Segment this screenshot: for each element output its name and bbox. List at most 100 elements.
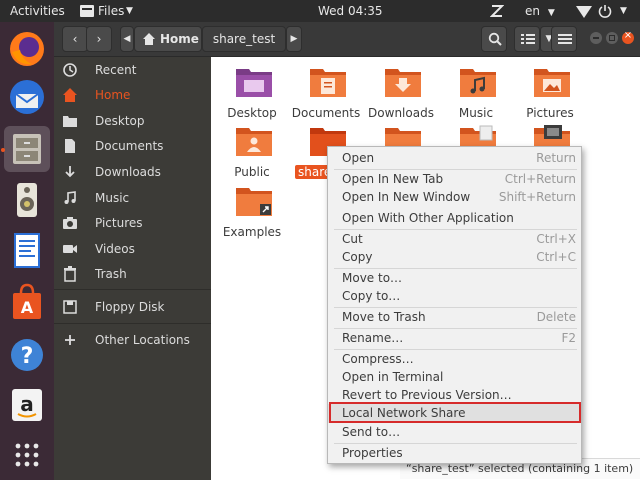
path-scroll-right-button[interactable]: ▶ <box>286 26 302 52</box>
menu-item-open-in-terminal[interactable]: Open in Terminal <box>328 368 581 387</box>
sidebar-item-label: Floppy Disk <box>95 300 165 314</box>
thunderbird-launcher[interactable] <box>4 74 50 120</box>
amazon-icon: a <box>12 389 42 421</box>
menu-item-label: Move to Trash <box>342 310 426 324</box>
chevron-down-icon: ▼ <box>547 8 555 18</box>
dock: A ? a <box>0 22 54 480</box>
clock[interactable]: Wed 04:35 <box>318 0 383 22</box>
trash-icon <box>64 266 76 282</box>
menu-item-label: Open With Other Application <box>342 211 514 225</box>
menu-item-open-in-new-window[interactable]: Open In New Window Shift+Return <box>328 188 581 207</box>
sidebar-item-documents[interactable]: Documents <box>54 134 211 158</box>
menu-item-move-to-trash[interactable]: Move to Trash Delete <box>328 308 581 327</box>
sidebar-item-downloads[interactable]: Downloads <box>54 160 211 184</box>
sidebar-item-music[interactable]: Music <box>54 186 211 210</box>
back-button[interactable]: ‹ <box>62 26 88 52</box>
close-button[interactable]: × <box>622 30 634 44</box>
music-icon <box>64 191 76 204</box>
menu-item-send-to[interactable]: Send to… <box>328 423 581 442</box>
sidebar-item-pictures[interactable]: Pictures <box>54 211 211 235</box>
file-item-public[interactable]: Public <box>214 124 290 182</box>
search-button[interactable] <box>481 26 507 52</box>
help-launcher[interactable]: ? <box>4 332 50 378</box>
file-item-documents[interactable]: Documents <box>288 65 364 123</box>
menu-item-copy-to[interactable]: Copy to… <box>328 287 581 306</box>
libreoffice-writer-launcher[interactable] <box>4 228 50 274</box>
file-item-examples[interactable]: Examples <box>214 184 290 242</box>
public-folder-icon <box>236 128 272 156</box>
sidebar-item-home[interactable]: Home <box>54 83 211 107</box>
view-list-button[interactable] <box>514 26 540 52</box>
path-current-label: share_test <box>212 32 276 46</box>
top-panel: Activities Files ▼ Wed 04:35 en ▼ ▼ <box>0 0 640 22</box>
menu-item-open[interactable]: Open Return <box>328 149 581 168</box>
menu-item-cut[interactable]: Cut Ctrl+X <box>328 230 581 249</box>
firefox-launcher[interactable] <box>4 26 50 72</box>
language-label: en <box>525 4 540 18</box>
sidebar-item-label: Trash <box>95 267 127 281</box>
sidebar-divider <box>54 323 211 324</box>
path-current-button[interactable]: share_test <box>202 26 286 52</box>
clock-icon <box>63 63 77 77</box>
forward-button[interactable]: › <box>86 26 112 52</box>
download-icon <box>65 166 75 178</box>
menu-button[interactable] <box>551 26 577 52</box>
network-icon[interactable] <box>576 0 592 22</box>
menu-item-label: Open In New Window <box>342 190 471 204</box>
documents-folder-icon <box>310 69 346 97</box>
music-folder-icon <box>460 69 496 97</box>
minimize-button[interactable] <box>590 32 602 44</box>
file-item-label: Downloads <box>368 106 434 120</box>
file-item-downloads[interactable]: Downloads <box>363 65 439 123</box>
chevron-right-icon: › <box>96 32 102 46</box>
menu-item-compress[interactable]: Compress… <box>328 350 581 369</box>
menu-item-label: Send to… <box>342 425 401 439</box>
file-item-label: Pictures <box>526 106 574 120</box>
menu-item-open-with-other-application[interactable]: Open With Other Application <box>328 209 581 228</box>
desktop-folder-icon <box>63 116 77 127</box>
app-grid-icon <box>15 443 39 467</box>
menu-item-label: Cut <box>342 232 363 246</box>
document-icon <box>65 139 75 153</box>
file-cabinet-icon <box>13 134 41 164</box>
input-method-icon[interactable] <box>490 0 504 22</box>
sidebar-item-floppy-disk[interactable]: Floppy Disk <box>54 295 211 319</box>
home-icon <box>63 88 77 102</box>
rhythmbox-launcher[interactable] <box>4 177 50 223</box>
show-applications-button[interactable] <box>4 432 50 478</box>
sidebar-item-videos[interactable]: Videos <box>54 237 211 261</box>
path-home-button[interactable]: Home <box>134 26 202 52</box>
annotation-highlight-box <box>329 402 581 423</box>
menu-item-label: Open In New Tab <box>342 172 444 186</box>
file-item-pictures[interactable]: Pictures <box>512 65 588 123</box>
power-icon[interactable] <box>598 0 612 22</box>
file-item-music[interactable]: Music <box>438 65 514 123</box>
menu-item-copy[interactable]: Copy Ctrl+C <box>328 248 581 267</box>
sidebar-item-trash[interactable]: Trash <box>54 262 211 286</box>
chevron-down-icon[interactable]: ▼ <box>620 0 627 22</box>
maximize-button[interactable] <box>606 32 618 44</box>
amazon-launcher[interactable]: a <box>4 382 50 428</box>
help-icon: ? <box>11 339 43 371</box>
menu-item-move-to[interactable]: Move to… <box>328 269 581 288</box>
software-center-launcher[interactable]: A <box>4 280 50 326</box>
sidebar-item-desktop[interactable]: Desktop <box>54 109 211 133</box>
activities-button[interactable]: Activities <box>10 0 65 22</box>
language-indicator[interactable]: en ▼ <box>525 0 555 22</box>
menu-item-rename[interactable]: Rename… F2 <box>328 329 581 348</box>
files-launcher[interactable] <box>4 126 50 172</box>
maximize-icon <box>609 35 615 41</box>
file-item-desktop[interactable]: Desktop <box>214 65 290 123</box>
sidebar-item-recent[interactable]: Recent <box>54 58 211 82</box>
menu-item-properties[interactable]: Properties <box>328 444 581 463</box>
video-icon <box>63 245 77 253</box>
sidebar-item-label: Desktop <box>95 114 145 128</box>
path-scroll-left-button[interactable]: ◀ <box>120 26 134 52</box>
menu-item-open-in-new-tab[interactable]: Open In New Tab Ctrl+Return <box>328 170 581 189</box>
file-item-label: Documents <box>291 106 361 120</box>
triangle-left-icon: ◀ <box>123 34 131 44</box>
search-icon <box>488 32 502 46</box>
running-indicator <box>1 148 5 152</box>
menu-item-shortcut: F2 <box>561 331 576 345</box>
sidebar-item-other-locations[interactable]: Other Locations <box>54 328 211 352</box>
